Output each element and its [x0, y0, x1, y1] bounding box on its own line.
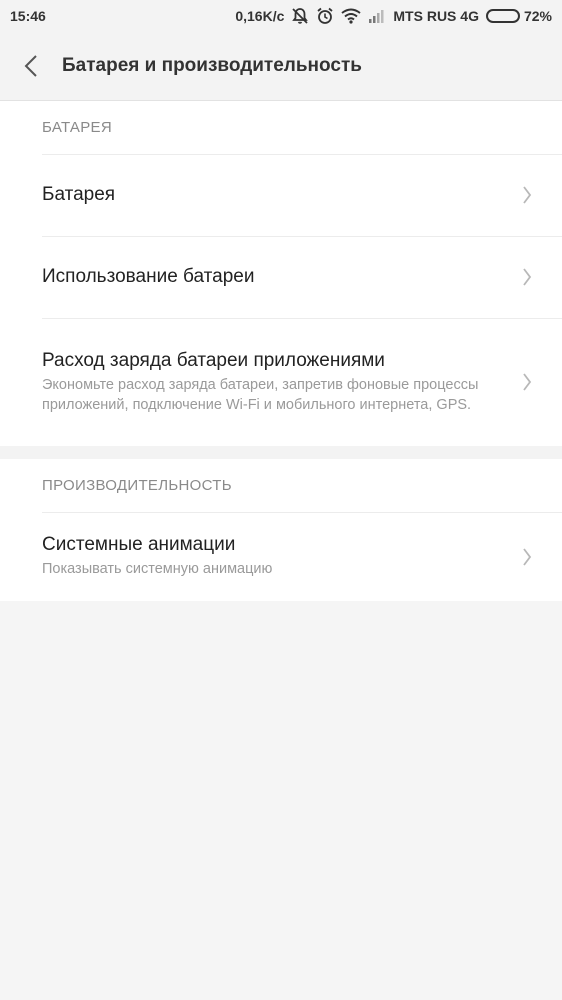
list-item-subtitle: Экономьте расход заряда батареи, запрети…: [42, 376, 479, 413]
battery-icon: [485, 9, 520, 23]
battery-indicator: 72%: [485, 8, 552, 24]
status-bar: 15:46 0,16K/c MTS RUS 4G 72%: [0, 0, 562, 32]
list-item-subtitle: Показывать системную анимацию: [42, 561, 273, 577]
list-item-battery-usage[interactable]: Использование батареи: [0, 236, 562, 318]
list-item-system-animations[interactable]: Системные анимации Показывать системную …: [0, 512, 562, 601]
signal-icon: [368, 9, 386, 23]
list-item-title: Системные анимации: [42, 534, 236, 555]
chevron-right-icon: [523, 268, 532, 286]
list-item-battery[interactable]: Батарея: [0, 154, 562, 236]
chevron-right-icon: [523, 373, 532, 391]
section-header: БАТАРЕЯ: [42, 119, 112, 136]
section-header: ПРОИЗВОДИТЕЛЬНОСТЬ: [42, 477, 232, 494]
battery-percent: 72%: [523, 8, 552, 24]
chevron-right-icon: [523, 547, 532, 566]
carrier-label: MTS RUS 4G: [393, 8, 479, 24]
back-button[interactable]: [0, 32, 62, 100]
status-icons: 0,16K/c MTS RUS 4G 72%: [235, 7, 552, 25]
list-item-title: Расход заряда батареи приложениями: [42, 349, 385, 371]
page-title: Батарея и производительность: [62, 55, 362, 76]
section-divider: [0, 446, 562, 459]
alarm-icon: [316, 7, 334, 25]
section-battery: БАТАРЕЯ Батарея Использование батареи Ра…: [0, 101, 562, 446]
mute-icon: [291, 7, 309, 25]
list-item-app-battery-saver[interactable]: Расход заряда батареи приложениями Эконо…: [0, 318, 562, 446]
chevron-left-icon: [24, 55, 37, 77]
title-bar: Батарея и производительность: [0, 32, 562, 101]
list-item-title: Батарея: [42, 184, 116, 205]
wifi-icon: [341, 8, 362, 24]
status-time: 15:46: [10, 8, 46, 24]
list-item-title: Использование батареи: [42, 266, 255, 287]
section-performance: ПРОИЗВОДИТЕЛЬНОСТЬ Системные анимации По…: [0, 459, 562, 601]
chevron-right-icon: [523, 186, 532, 204]
network-speed: 0,16K/c: [235, 8, 285, 24]
